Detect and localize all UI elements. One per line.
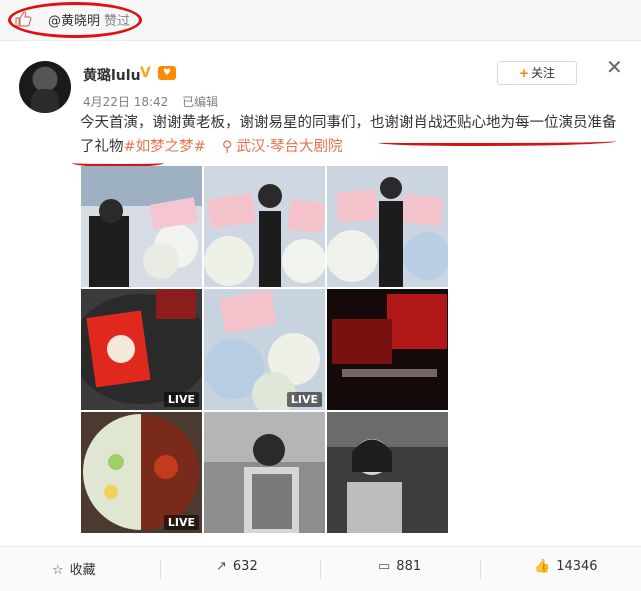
image-grid: LIVE LIVE LIVE bbox=[81, 166, 448, 533]
post-username[interactable]: 黄璐lulu bbox=[83, 65, 141, 85]
repost-icon: ↗ bbox=[216, 559, 227, 574]
member-badge-icon: ♥ bbox=[158, 66, 176, 80]
verified-icon: V bbox=[140, 65, 151, 81]
post-meta: 4月22日 18:42 已编辑 bbox=[83, 93, 218, 110]
post-image[interactable] bbox=[204, 412, 325, 533]
close-icon[interactable]: ✕ bbox=[606, 57, 623, 77]
comment-count: 881 bbox=[396, 559, 422, 574]
post-card: 黄璐lulu V ♥ 4月22日 18:42 已编辑 + 关注 ✕ 今天首演，谢谢… bbox=[0, 41, 641, 591]
hashtag-link[interactable]: #如梦之梦# bbox=[124, 139, 206, 155]
post-image[interactable]: LIVE bbox=[204, 289, 325, 410]
divider bbox=[320, 559, 321, 579]
post-image[interactable] bbox=[327, 412, 448, 533]
comment-icon: ▭ bbox=[378, 559, 391, 574]
like-count: 14346 bbox=[556, 559, 598, 574]
star-icon: ☆ bbox=[52, 563, 64, 578]
post-image[interactable] bbox=[327, 166, 448, 287]
location-link[interactable]: 武汉·琴台大剧院 bbox=[236, 139, 342, 155]
live-badge: LIVE bbox=[163, 392, 199, 407]
annotation-circle bbox=[8, 2, 142, 38]
divider bbox=[160, 559, 161, 579]
repost-button[interactable]: ↗ 632 bbox=[216, 559, 258, 574]
location-pin-icon: ⚲ bbox=[221, 139, 233, 155]
post-edited[interactable]: 已编辑 bbox=[182, 95, 218, 109]
live-badge: LIVE bbox=[163, 515, 199, 530]
thumbs-up-icon: 👍 bbox=[534, 559, 551, 574]
avatar[interactable] bbox=[19, 61, 71, 113]
divider bbox=[480, 559, 481, 579]
post-image[interactable] bbox=[204, 166, 325, 287]
favorite-button[interactable]: ☆ 收藏 bbox=[52, 559, 96, 578]
like-button[interactable]: 👍 14346 bbox=[534, 559, 598, 574]
liked-by-bar: @黄晓明 赞过 bbox=[0, 0, 641, 41]
action-toolbar: ☆ 收藏 ↗ 632 ▭ 881 👍 14346 bbox=[0, 546, 641, 591]
post-image[interactable] bbox=[327, 289, 448, 410]
post-image[interactable]: LIVE bbox=[81, 289, 202, 410]
post-image[interactable]: LIVE bbox=[81, 412, 202, 533]
favorite-label: 收藏 bbox=[69, 563, 96, 578]
post-image[interactable] bbox=[81, 166, 202, 287]
follow-button[interactable]: + 关注 bbox=[497, 61, 577, 85]
post-date[interactable]: 4月22日 18:42 bbox=[83, 95, 168, 109]
follow-label: 关注 bbox=[531, 66, 556, 80]
post-text: 今天首演，谢谢黄老板，谢谢易星的同事们，也谢谢肖战还贴心地为每一位演员准备了礼物… bbox=[80, 111, 625, 159]
comment-button[interactable]: ▭ 881 bbox=[378, 559, 421, 574]
plus-icon: + bbox=[518, 66, 530, 80]
live-badge: LIVE bbox=[286, 392, 322, 407]
repost-count: 632 bbox=[232, 559, 258, 574]
